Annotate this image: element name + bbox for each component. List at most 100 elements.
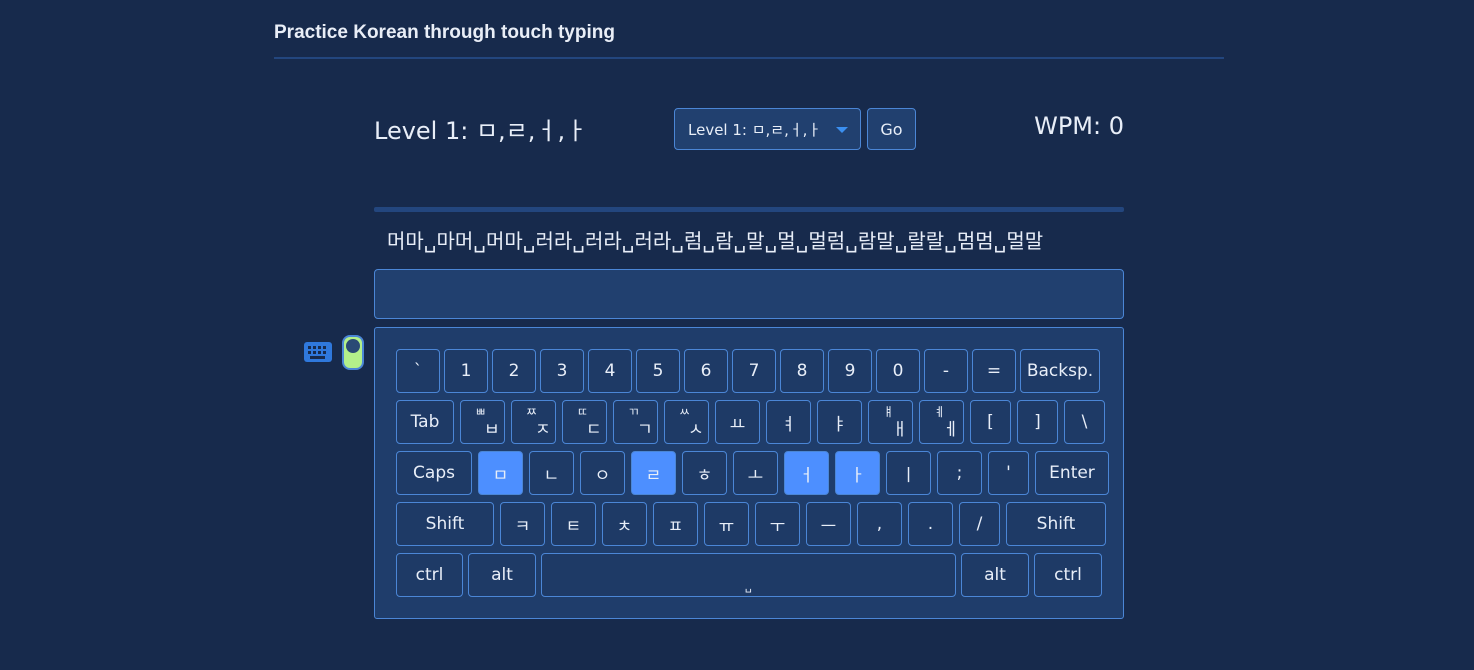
key-label: 0 (892, 361, 904, 381)
key-label: ' (1006, 463, 1011, 483)
key-8[interactable]: 8 (780, 349, 824, 393)
key-label: ㅠ (718, 516, 735, 537)
key-ㄷ[interactable]: ㄸㄷ (562, 400, 607, 444)
key-5[interactable]: 5 (636, 349, 680, 393)
key-ㅑ[interactable]: ㅑ (817, 400, 862, 444)
key-label: ctrl (415, 565, 444, 585)
typing-input[interactable] (374, 269, 1124, 319)
key-ㅁ[interactable]: ㅁ (478, 451, 523, 495)
key-Tab[interactable]: Tab (396, 400, 454, 444)
key-label: Tab (410, 412, 440, 432)
key-\[interactable]: \ (1064, 400, 1105, 444)
key-ctrl[interactable]: ctrl (396, 553, 463, 597)
key-label: 1 (460, 361, 472, 381)
key-ㅅ[interactable]: ㅆㅅ (664, 400, 709, 444)
key-label: / (976, 514, 983, 534)
key-7[interactable]: 7 (732, 349, 776, 393)
key-ㅔ[interactable]: ㅖㅔ (919, 400, 964, 444)
key-ctrl[interactable]: ctrl (1034, 553, 1102, 597)
key-Shift[interactable]: Shift (1006, 502, 1106, 546)
key-4[interactable]: 4 (588, 349, 632, 393)
keyboard-toggle[interactable] (342, 335, 364, 370)
key-label: 9 (844, 361, 856, 381)
key-6[interactable]: 6 (684, 349, 728, 393)
key-label: ㅛ (729, 414, 746, 435)
key-Caps[interactable]: Caps (396, 451, 472, 495)
key-space[interactable]: ␣ (541, 553, 956, 597)
key-ㅛ[interactable]: ㅛ (715, 400, 760, 444)
key-ㅎ[interactable]: ㅎ (682, 451, 727, 495)
key-ㄴ[interactable]: ㄴ (529, 451, 574, 495)
chevron-down-icon (836, 127, 848, 133)
level-select-value: Level 1: ㅁ,ㄹ,ㅓ,ㅏ (688, 120, 822, 139)
key-=[interactable]: = (972, 349, 1016, 393)
key-ㅣ[interactable]: ㅣ (886, 451, 931, 495)
key-ㅏ[interactable]: ㅏ (835, 451, 880, 495)
key-label: ㅈ (535, 420, 551, 440)
keyboard-icon (304, 342, 332, 362)
key-label: ctrl (1054, 565, 1082, 585)
key-,[interactable]: , (857, 502, 902, 546)
key-ㅓ[interactable]: ㅓ (784, 451, 829, 495)
key-ㅇ[interactable]: ㅇ (580, 451, 625, 495)
key-`[interactable]: ` (396, 349, 440, 393)
key-Enter[interactable]: Enter (1035, 451, 1109, 495)
key-label: ㄱ (637, 420, 653, 440)
key-label: Enter (1049, 463, 1095, 483)
key-ㅠ[interactable]: ㅠ (704, 502, 749, 546)
key-label: ㅓ (798, 465, 815, 486)
key-ㅊ[interactable]: ㅊ (602, 502, 647, 546)
key-Backsp.[interactable]: Backsp. (1020, 349, 1100, 393)
key-label: ㅔ (943, 420, 959, 440)
key-label: ; (956, 463, 963, 483)
key-label: ㅑ (831, 414, 848, 435)
key-label: ㅁ (492, 465, 509, 486)
key-.[interactable]: . (908, 502, 953, 546)
key-;[interactable]: ; (937, 451, 982, 495)
key-ㅗ[interactable]: ㅗ (733, 451, 778, 495)
key-ㅋ[interactable]: ㅋ (500, 502, 545, 546)
key-label: ㅎ (696, 465, 713, 486)
key-ㅌ[interactable]: ㅌ (551, 502, 596, 546)
key-ㅜ[interactable]: ㅜ (755, 502, 800, 546)
key-/[interactable]: / (959, 502, 1000, 546)
key-ㅡ[interactable]: ㅡ (806, 502, 851, 546)
key-label: ㅊ (616, 516, 633, 537)
key-ㅂ[interactable]: ㅃㅂ (460, 400, 505, 444)
key-label: ㅌ (565, 516, 582, 537)
page-title: Practice Korean through touch typing (274, 22, 615, 43)
level-heading: Level 1: ㅁ,ㄹ,ㅓ,ㅏ (374, 117, 588, 145)
level-select[interactable]: Level 1: ㅁ,ㄹ,ㅓ,ㅏ (674, 108, 861, 150)
key-alt[interactable]: alt (468, 553, 536, 597)
key-ㅕ[interactable]: ㅕ (766, 400, 811, 444)
key-label: ㄹ (645, 465, 662, 486)
key--[interactable]: - (924, 349, 968, 393)
key-ㄱ[interactable]: ㄲㄱ (613, 400, 658, 444)
key-9[interactable]: 9 (828, 349, 872, 393)
key-0[interactable]: 0 (876, 349, 920, 393)
key-ㅍ[interactable]: ㅍ (653, 502, 698, 546)
key-label: 7 (748, 361, 760, 381)
key-label: ㅍ (667, 516, 684, 537)
go-button[interactable]: Go (867, 108, 916, 150)
wpm-counter: WPM: 0 (1034, 112, 1124, 140)
key-ㄹ[interactable]: ㄹ (631, 451, 676, 495)
key-'[interactable]: ' (988, 451, 1029, 495)
key-ㅐ[interactable]: ㅒㅐ (868, 400, 913, 444)
key-][interactable]: ] (1017, 400, 1058, 444)
key-label: ㅗ (747, 465, 764, 486)
key-ㅈ[interactable]: ㅉㅈ (511, 400, 556, 444)
key-label: ㅣ (900, 465, 917, 486)
key-alt[interactable]: alt (961, 553, 1029, 597)
key-label: \ (1081, 412, 1088, 432)
title-divider (274, 57, 1224, 59)
key-3[interactable]: 3 (540, 349, 584, 393)
key-2[interactable]: 2 (492, 349, 536, 393)
key-label: - (942, 361, 950, 381)
key-label: ㅅ (688, 420, 704, 440)
key-[[interactable]: [ (970, 400, 1011, 444)
key-label: Shift (1036, 514, 1076, 534)
key-Shift[interactable]: Shift (396, 502, 494, 546)
progress-bar (374, 207, 1124, 212)
key-1[interactable]: 1 (444, 349, 488, 393)
